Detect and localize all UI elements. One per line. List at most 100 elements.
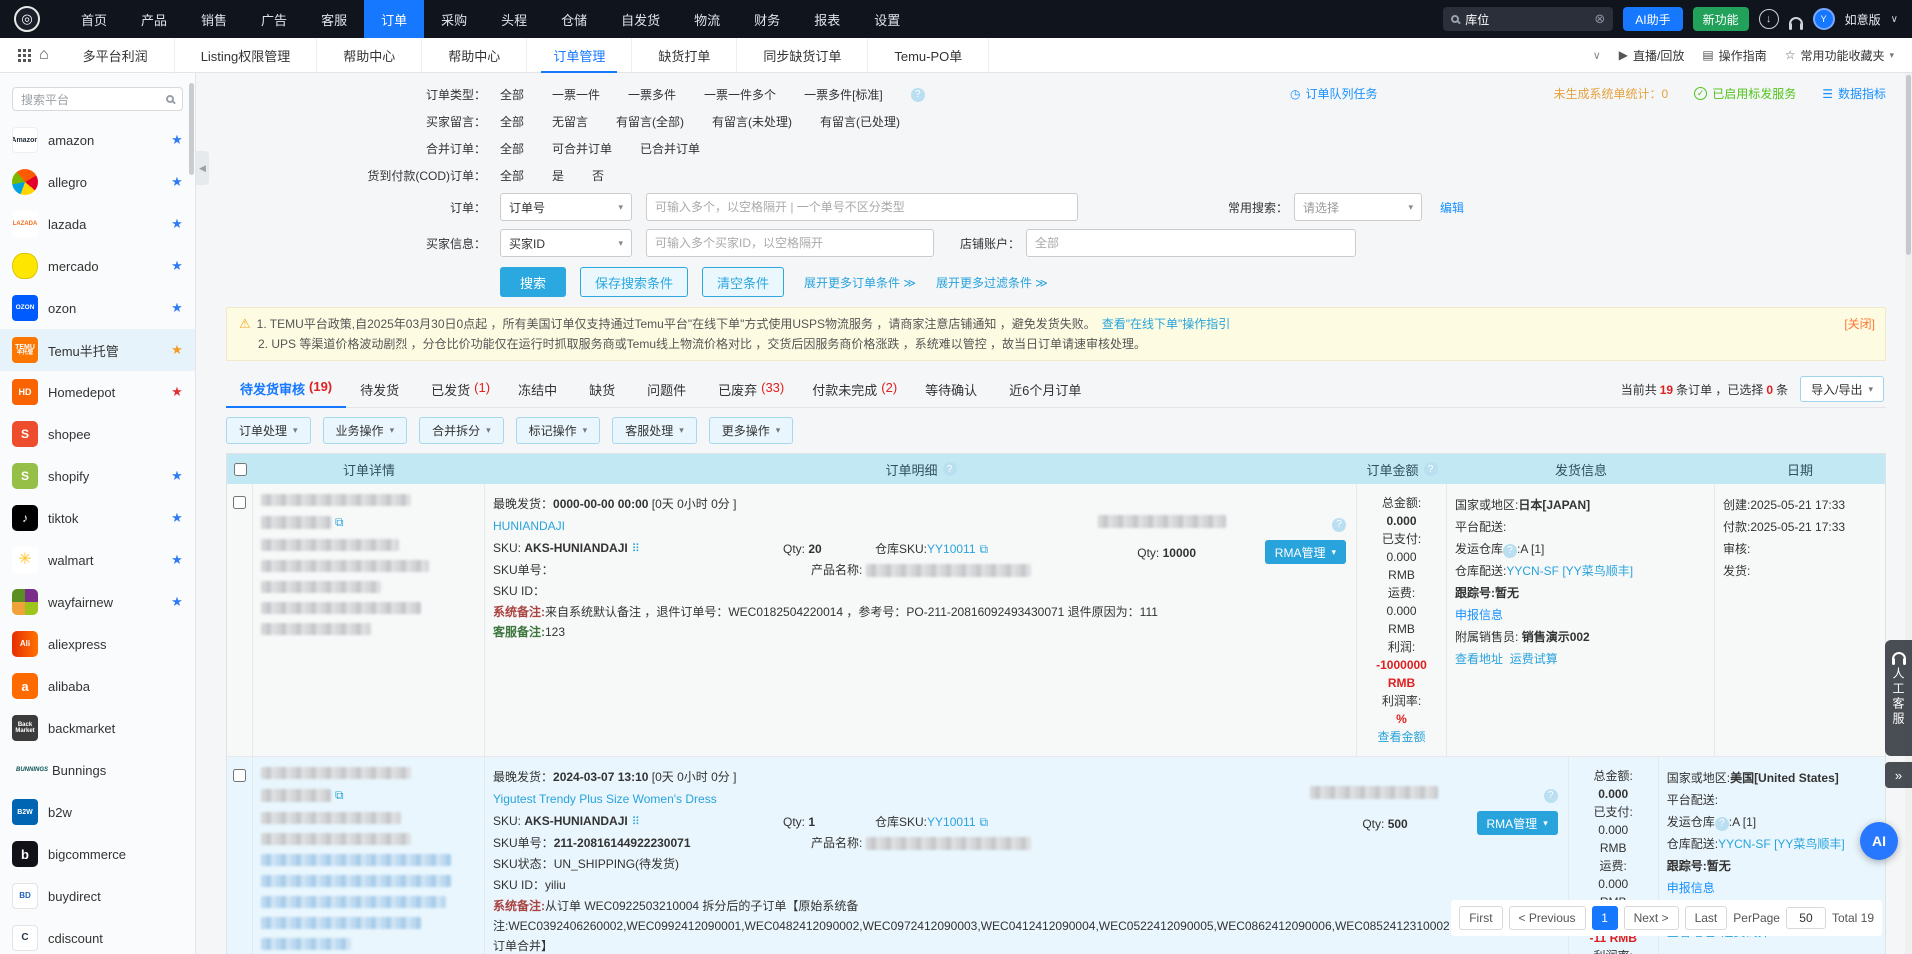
cs-ops-button[interactable]: 客服处理▾ [612, 417, 697, 444]
filter-option[interactable]: 是 [552, 166, 564, 186]
sidebar-item-buydirect[interactable]: BDbuydirect★ [0, 875, 195, 917]
tab-listing-permission[interactable]: Listing权限管理 [175, 38, 318, 73]
topnav-item-home[interactable]: 首页 [64, 0, 124, 38]
tab-stockout-print[interactable]: 缺货打单 [632, 38, 737, 73]
filter-option[interactable]: 否 [592, 166, 604, 186]
row-checkbox[interactable] [233, 769, 246, 782]
sidebar-item-homedepot[interactable]: HDHomedepot★ [0, 371, 195, 413]
online-order-guide-link[interactable]: 查看"在线下单"操作指引 [1102, 314, 1231, 334]
business-ops-button[interactable]: 业务操作▾ [323, 417, 408, 444]
warehouse-delivery-link[interactable]: YYCN-SF [YY菜鸟顺丰] [1718, 837, 1845, 851]
favorite-star-icon[interactable]: ★ [169, 510, 185, 526]
store-account-input[interactable] [1026, 229, 1356, 257]
favorite-star-icon[interactable]: ★ [169, 594, 185, 610]
filter-option[interactable]: 有留言(全部) [616, 112, 684, 132]
sidebar-item-b2w[interactable]: B2Wb2w★ [0, 791, 195, 833]
label-service-enabled-link[interactable]: ✓已启用标发服务 [1694, 85, 1796, 102]
operation-guide-link[interactable]: ▤操作指南 [1702, 47, 1766, 64]
status-tab-problem[interactable]: 问题件 [633, 372, 704, 407]
buyer-id-input[interactable] [646, 229, 934, 257]
topnav-item-reports[interactable]: 报表 [797, 0, 857, 38]
filter-option[interactable]: 无留言 [552, 112, 588, 132]
page-scrollbar[interactable] [1905, 73, 1912, 954]
tab-multi-platform-profit[interactable]: 多平台利润 [57, 38, 175, 73]
status-tab-unpaid[interactable]: 付款未完成(2) [798, 372, 911, 407]
filter-option[interactable]: 一票多件[标准] [804, 85, 883, 105]
sidebar-item-lazada[interactable]: LAZADAlazada★ [0, 203, 195, 245]
help-icon[interactable]: ? [943, 462, 957, 476]
ai-fab-button[interactable]: AI [1860, 822, 1898, 860]
help-icon[interactable]: ? [1424, 462, 1438, 476]
favorite-star-icon[interactable]: ★ [169, 468, 185, 484]
new-features-button[interactable]: 新功能 [1693, 7, 1749, 31]
sidebar-item-ozon[interactable]: OZONozon★ [0, 287, 195, 329]
topnav-item-products[interactable]: 产品 [124, 0, 184, 38]
favorite-star-icon[interactable]: ★ [169, 342, 185, 358]
sidebar-item-bunnings[interactable]: BUNNINGSBunnings★ [0, 749, 195, 791]
apps-grid-icon[interactable] [18, 49, 21, 52]
platform-search-input[interactable]: 搜索平台 [12, 87, 183, 111]
copy-icon[interactable]: ⧉ [980, 815, 989, 829]
declare-info-link[interactable]: 申报信息 [1667, 881, 1715, 895]
product-title-link[interactable]: Yigutest Trendy Plus Size Women's Dress [493, 788, 717, 810]
select-all-checkbox[interactable] [234, 463, 247, 476]
sidebar-item-temu[interactable]: TEMU半托管Temu半托管★ [0, 329, 195, 371]
order-type-select[interactable]: 订单号▾ [500, 193, 632, 221]
page-last-button[interactable]: Last [1685, 906, 1728, 930]
save-search-button[interactable]: 保存搜索条件 [580, 267, 688, 297]
notice-close-button[interactable]: [关闭] [1844, 315, 1875, 332]
filter-option[interactable]: 全部 [500, 112, 524, 132]
sidebar-item-alibaba[interactable]: aalibaba★ [0, 665, 195, 707]
topnav-item-orders[interactable]: 订单 [364, 0, 424, 38]
sidebar-item-mercado[interactable]: mercado★ [0, 245, 195, 287]
favorite-star-icon[interactable]: ★ [169, 384, 185, 400]
tab-order-management[interactable]: 订单管理 [527, 38, 632, 73]
filter-option[interactable]: 全部 [500, 139, 524, 159]
search-button[interactable]: 搜索 [500, 267, 566, 297]
favorite-star-icon[interactable]: ★ [169, 552, 185, 568]
ungenerated-orders-stat[interactable]: 未生成系统单统计：0 [1554, 85, 1669, 102]
filter-option[interactable]: 一票多件 [628, 85, 676, 105]
sidebar-item-allegro[interactable]: allegro★ [0, 161, 195, 203]
edit-common-search-link[interactable]: 编辑 [1440, 199, 1464, 216]
ai-assistant-button[interactable]: AI助手 [1623, 7, 1682, 31]
sidebar-item-backmarket[interactable]: BackMarketbackmarket★ [0, 707, 195, 749]
order-number-input[interactable] [646, 193, 1078, 221]
topnav-item-settings[interactable]: 设置 [857, 0, 917, 38]
view-amount-link[interactable]: 查看金额 [1365, 728, 1438, 746]
tab-sync-stockout[interactable]: 同步缺货订单 [737, 38, 868, 73]
version-chevron-down-icon[interactable]: ∨ [1891, 14, 1898, 25]
more-ops-button[interactable]: 更多操作▾ [709, 417, 794, 444]
topnav-item-warehouse[interactable]: 仓储 [544, 0, 604, 38]
sidebar-item-bigcommerce[interactable]: bbigcommerce★ [0, 833, 195, 875]
topnav-item-service[interactable]: 客服 [304, 0, 364, 38]
wh-sku-link[interactable]: YY10011 [927, 815, 976, 829]
page-first-button[interactable]: First [1459, 906, 1502, 930]
filter-option[interactable]: 已合并订单 [640, 139, 700, 159]
sidebar-item-cdiscount[interactable]: Ccdiscount★ [0, 917, 195, 954]
topnav-item-selfship[interactable]: 自发货 [604, 0, 677, 38]
declare-info-link[interactable]: 申报信息 [1455, 608, 1503, 622]
freight-calc-link[interactable]: 运费试算 [1510, 652, 1558, 666]
favorites-link[interactable]: ☆常用功能收藏夹▾ [1785, 47, 1894, 64]
sidebar-item-amazon[interactable]: Amazonamazon★ [0, 119, 195, 161]
help-icon[interactable]: ? [1715, 817, 1729, 831]
data-metrics-link[interactable]: ☰数据指标 [1822, 85, 1886, 102]
filter-option[interactable]: 全部 [500, 85, 524, 105]
page-next-button[interactable]: Next > [1624, 906, 1679, 930]
filter-option[interactable]: 可合并订单 [552, 139, 612, 159]
common-search-select[interactable]: 请选择▾ [1294, 193, 1422, 221]
sku-grid-icon[interactable]: ⠿ [632, 543, 640, 555]
wh-sku-link[interactable]: YY10011 [927, 542, 976, 556]
version-label[interactable]: 如意版 [1845, 11, 1881, 28]
view-address-link[interactable]: 查看地址 [1455, 652, 1503, 666]
status-tab-shipped[interactable]: 已发货(1) [417, 372, 504, 407]
page-1-button[interactable]: 1 [1592, 906, 1618, 930]
copy-icon[interactable]: ⧉ [335, 515, 344, 530]
live-replay-link[interactable]: ▶直播/回放 [1619, 47, 1685, 64]
status-tab-6months[interactable]: 近6个月订单 [995, 372, 1099, 407]
clear-conditions-button[interactable]: 清空条件 [702, 267, 784, 297]
sidebar-item-aliexpress[interactable]: Alialiexpress★ [0, 623, 195, 665]
expand-panel-button[interactable]: » [1885, 762, 1912, 788]
status-tab-to-ship[interactable]: 待发货 [346, 372, 417, 407]
